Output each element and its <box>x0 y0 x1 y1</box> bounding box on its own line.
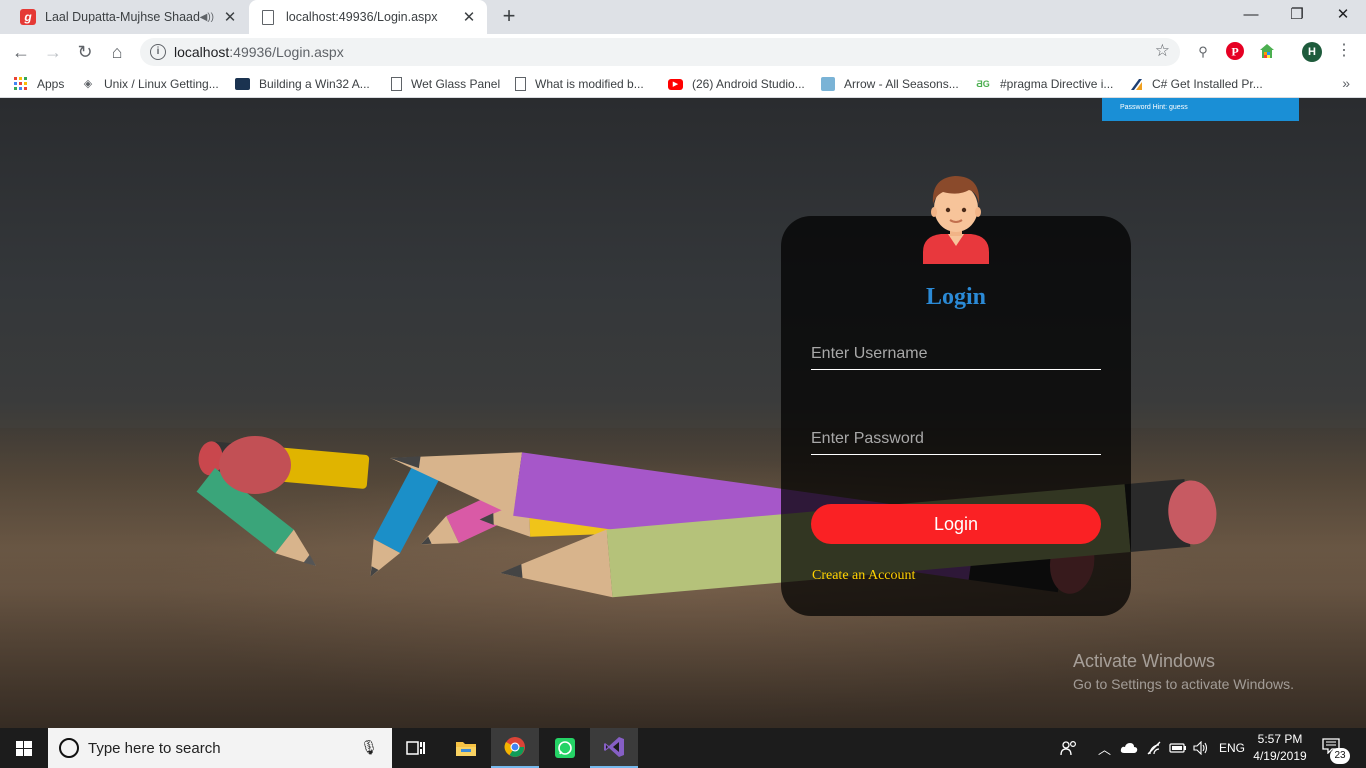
site-info-icon[interactable]: i <box>150 44 166 60</box>
login-page: Password Hint: guess Login Login Create … <box>0 98 1366 728</box>
monitor-icon <box>235 78 250 90</box>
dg-icon: ƋG <box>976 79 990 89</box>
new-tab-icon[interactable]: + <box>498 5 520 27</box>
apps-grid-icon <box>14 77 28 91</box>
bookmark-label: #pragma Directive i... <box>1000 77 1114 91</box>
clock-time: 5:57 PM <box>1257 732 1303 746</box>
forward-icon[interactable]: → <box>41 40 65 64</box>
home-icon[interactable]: ⌂ <box>105 40 129 64</box>
clock-date: 4/19/2019 <box>1253 749 1307 763</box>
wifi-icon[interactable] <box>1146 728 1162 768</box>
profile-avatar[interactable]: H <box>1302 42 1322 62</box>
activate-windows-watermark: Activate Windows Go to Settings to activ… <box>1073 651 1294 692</box>
reload-icon[interactable]: ↻ <box>73 40 97 64</box>
bookmark-label: Building a Win32 A... <box>259 77 370 91</box>
speaker-icon[interactable]: ◀)) <box>200 12 214 23</box>
gaana-favicon-icon: g <box>20 9 36 25</box>
login-card <box>781 216 1131 616</box>
tab-music[interactable]: g Laal Dupatta-Mujhse Shaadi ◀)) ✕ <box>8 0 248 34</box>
show-hidden-icons-icon[interactable]: ︿ <box>1098 728 1111 768</box>
bookmarks-bar: Apps ◈ Unix / Linux Getting... Building a… <box>0 70 1366 98</box>
notification-count-badge: 23 <box>1330 748 1350 764</box>
menu-kebab-icon[interactable]: ⋮ <box>1336 41 1352 61</box>
arrow-site-icon <box>821 77 835 91</box>
close-window-icon[interactable]: ✕ <box>1320 0 1366 30</box>
cortana-icon <box>59 738 79 758</box>
youtube-icon: ▶ <box>668 78 683 90</box>
close-tab-icon[interactable]: ✕ <box>220 8 240 26</box>
onedrive-icon[interactable] <box>1120 728 1138 768</box>
visual-studio-icon[interactable] <box>590 728 638 768</box>
page-icon <box>515 77 526 91</box>
browser-toolbar: ← → ↻ ⌂ i localhost:49936/Login.aspx ☆ ⚲… <box>0 34 1366 70</box>
minimize-icon[interactable]: — <box>1228 0 1274 30</box>
bookmark-label: Apps <box>37 77 65 91</box>
bookmark-arrow[interactable]: Arrow - All Seasons... <box>821 75 959 93</box>
windows-taskbar: Type here to search 🎙 ︿ ENG 5:57 PM 4/19… <box>0 728 1366 768</box>
bookmark-label: Arrow - All Seasons... <box>844 77 959 91</box>
url-host: localhost <box>174 44 230 60</box>
whatsapp-icon[interactable] <box>541 728 589 768</box>
pencils-background-image <box>196 436 1217 598</box>
extension-house-icon[interactable] <box>1257 42 1277 62</box>
url-text[interactable]: localhost:49936/Login.aspx <box>174 44 344 60</box>
bookmark-star-icon[interactable]: ☆ <box>1155 41 1170 61</box>
address-bar[interactable]: i localhost:49936/Login.aspx ☆ <box>140 38 1180 66</box>
bookmark-label: C# Get Installed Pr... <box>1152 77 1263 91</box>
language-indicator[interactable]: ENG <box>1219 728 1245 768</box>
bookmark-pragma[interactable]: ƋG #pragma Directive i... <box>975 75 1113 93</box>
tab-title: Laal Dupatta-Mujhse Shaadi <box>45 10 200 24</box>
chrome-taskbar-icon[interactable] <box>491 728 539 768</box>
volume-icon[interactable] <box>1193 728 1209 768</box>
bookmark-android-studio[interactable]: ▶ (26) Android Studio... <box>668 75 805 93</box>
bookmarks-overflow-icon[interactable]: » <box>1342 75 1350 91</box>
file-explorer-icon[interactable] <box>442 728 490 768</box>
task-view-icon[interactable] <box>392 728 440 768</box>
diamond-icon: ◈ <box>83 78 93 90</box>
people-icon[interactable] <box>1060 728 1078 768</box>
password-field[interactable] <box>811 423 1101 455</box>
start-button[interactable] <box>0 728 48 768</box>
taskbar-search[interactable]: Type here to search 🎙 <box>48 728 392 768</box>
page-icon <box>391 77 402 91</box>
watermark-subtitle: Go to Settings to activate Windows. <box>1073 676 1294 692</box>
csharp-icon <box>1129 77 1143 91</box>
bookmark-unix[interactable]: ◈ Unix / Linux Getting... <box>81 75 219 93</box>
bookmark-modified[interactable]: What is modified b... <box>515 75 644 93</box>
bookmark-apps[interactable]: Apps <box>14 75 64 93</box>
bookmark-label: (26) Android Studio... <box>692 77 805 91</box>
user-avatar-icon <box>923 176 989 264</box>
login-heading: Login <box>925 284 987 310</box>
microphone-icon[interactable]: 🎙 <box>360 739 378 756</box>
tab-title: localhost:49936/Login.aspx <box>286 10 438 24</box>
username-field[interactable] <box>811 338 1101 370</box>
back-icon[interactable]: ← <box>9 40 33 64</box>
pinterest-icon[interactable]: P <box>1225 42 1245 62</box>
bookmark-label: Wet Glass Panel <box>411 77 501 91</box>
tab-login[interactable]: localhost:49936/Login.aspx ✕ <box>249 0 487 34</box>
bookmark-win32[interactable]: Building a Win32 A... <box>235 75 370 93</box>
windows-logo-icon <box>16 741 32 756</box>
login-button[interactable]: Login <box>811 504 1101 544</box>
tab-strip: g Laal Dupatta-Mujhse Shaadi ◀)) ✕ local… <box>0 0 1366 34</box>
close-tab-icon[interactable]: ✕ <box>459 8 479 26</box>
search-placeholder: Type here to search <box>88 740 221 757</box>
bookmark-label: What is modified b... <box>535 77 644 91</box>
create-account-link[interactable]: Create an Account <box>812 568 915 584</box>
bookmark-label: Unix / Linux Getting... <box>104 77 219 91</box>
bookmark-csharp[interactable]: C# Get Installed Pr... <box>1129 75 1263 93</box>
svg-text:P: P <box>1231 45 1238 59</box>
system-clock[interactable]: 5:57 PM 4/19/2019 <box>1250 731 1310 765</box>
battery-icon[interactable] <box>1169 728 1187 768</box>
watermark-title: Activate Windows <box>1073 651 1216 671</box>
bookmark-wet-glass[interactable]: Wet Glass Panel <box>391 75 500 93</box>
password-hint-banner: Password Hint: guess <box>1102 98 1299 121</box>
restore-icon[interactable]: ❐ <box>1274 0 1320 30</box>
page-favicon-icon <box>262 9 274 25</box>
url-path: :49936/Login.aspx <box>229 44 344 60</box>
zoom-search-icon[interactable]: ⚲ <box>1193 42 1213 62</box>
